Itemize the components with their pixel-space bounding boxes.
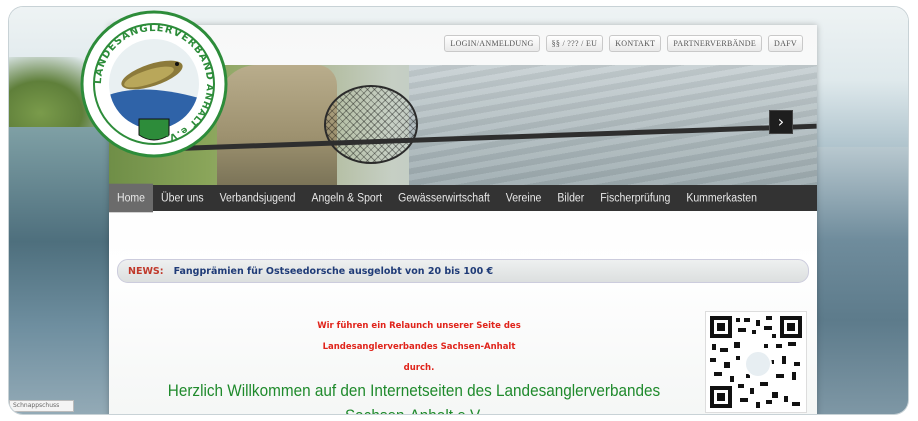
association-logo[interactable]: LANDESANGLERVERBAND SACHSEN ANHALT e.V. <box>79 9 229 159</box>
news-label: NEWS: <box>128 265 164 277</box>
welcome-heading-line1: Herzlich Willkommen auf den Internetseit… <box>167 381 661 400</box>
status-label: Schnappschuss <box>9 400 74 412</box>
topnav-contact[interactable]: Kontakt <box>609 35 662 52</box>
nav-kummerkasten[interactable]: Kummerkasten <box>678 184 765 213</box>
browser-frame: Login/Anmeldung §§ / ??? / EU Kontakt Pa… <box>9 7 908 414</box>
main-navigation: Home Über uns Verbandsjugend Angeln & Sp… <box>109 183 817 213</box>
nav-vereine[interactable]: Vereine <box>498 184 550 213</box>
background-lake-right <box>808 147 908 414</box>
relaunch-notice-line1: Wir führen ein Relaunch unserer Seite de… <box>317 321 521 331</box>
top-navigation: Login/Anmeldung §§ / ??? / EU Kontakt Pa… <box>444 35 803 52</box>
background-lake-left <box>9 127 119 414</box>
news-ticker: NEWS: Fangprämien für Ostseedorsche ausg… <box>117 259 809 283</box>
news-headline[interactable]: Fangprämien für Ostseedorsche ausgelobt … <box>174 266 494 277</box>
hero-landing-net <box>324 85 418 164</box>
hero-angler <box>217 65 337 185</box>
welcome-heading: Herzlich Willkommen auf den Internetseit… <box>158 378 671 414</box>
relaunch-notice-line2: Landesanglerverbandes Sachsen-Anhalt <box>322 342 516 352</box>
topnav-login[interactable]: Login/Anmeldung <box>444 35 540 52</box>
nav-bilder[interactable]: Bilder <box>549 184 592 213</box>
nav-angeln-sport[interactable]: Angeln & Sport <box>304 184 391 213</box>
nav-home[interactable]: Home <box>109 183 154 213</box>
topnav-legal[interactable]: §§ / ??? / EU <box>545 35 604 52</box>
nav-verbandsjugend[interactable]: Verbandsjugend <box>212 184 304 213</box>
welcome-heading-line2: Sachsen-Anhalt e.V. <box>158 403 671 414</box>
qr-logo-icon <box>744 350 772 378</box>
topnav-partner[interactable]: Partnerverbände <box>667 35 763 52</box>
relaunch-notice-line3: durch. <box>403 363 435 373</box>
chevron-right-icon[interactable]: › <box>769 110 793 134</box>
qr-code[interactable] <box>705 311 807 413</box>
nav-ueber-uns[interactable]: Über uns <box>153 184 212 213</box>
nav-gewaesserwirtschaft[interactable]: Gewässerwirtschaft <box>390 184 498 213</box>
topnav-dafv[interactable]: DAFV <box>768 35 803 52</box>
nav-fischerpruefung[interactable]: Fischerprüfung <box>592 184 678 213</box>
